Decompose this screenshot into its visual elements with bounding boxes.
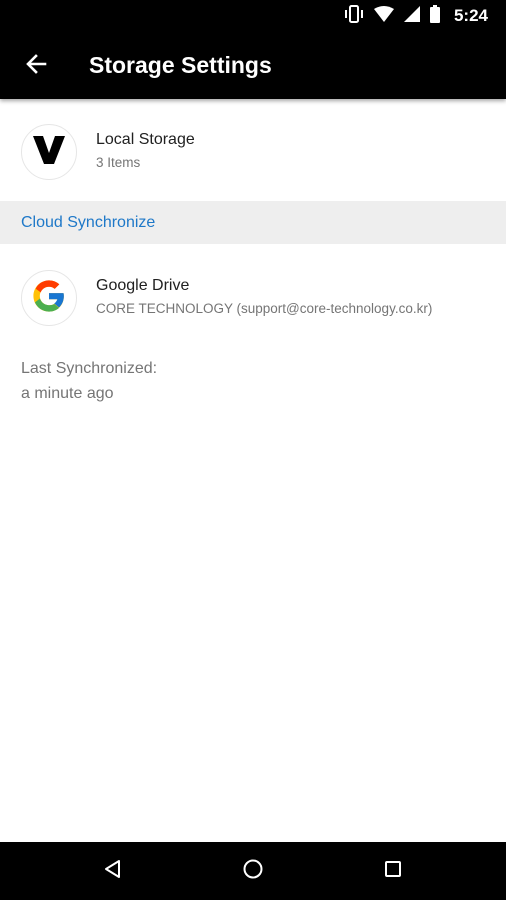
wifi-icon (373, 5, 394, 27)
cloud-synchronize-header: Cloud Synchronize (0, 201, 506, 244)
nav-recents-icon (383, 859, 403, 884)
app-bar: Storage Settings (0, 32, 506, 99)
local-storage-subtitle: 3 Items (96, 155, 141, 170)
google-drive-row[interactable]: Google Drive CORE TECHNOLOGY (support@co… (0, 244, 506, 350)
nav-home-icon (242, 858, 264, 885)
status-icons: 5:24 (344, 0, 488, 32)
vibrate-icon (344, 4, 364, 28)
local-storage-title: Local Storage (96, 131, 195, 148)
last-synchronized-label: Last Synchronized: (21, 360, 158, 377)
section-header-label: Cloud Synchronize (21, 214, 156, 231)
storage-settings-screen: 5:24 Storage Settings Local Storage 3 It… (0, 0, 506, 900)
local-storage-avatar (21, 124, 77, 180)
status-time: 5:24 (453, 6, 488, 25)
navigation-bar (0, 842, 506, 900)
v-logo-icon (33, 135, 65, 169)
battery-icon (429, 4, 440, 28)
arrow-back-icon (24, 52, 48, 81)
status-bar: 5:24 (0, 0, 506, 32)
google-drive-title: Google Drive (96, 277, 190, 294)
google-drive-avatar (21, 270, 77, 326)
back-button[interactable] (14, 44, 58, 88)
google-g-icon (32, 279, 66, 318)
page-title: Storage Settings (89, 52, 272, 78)
cell-signal-icon (403, 5, 420, 27)
nav-recents-button[interactable] (363, 842, 423, 900)
google-drive-account: CORE TECHNOLOGY (support@core-technology… (96, 301, 433, 316)
nav-home-button[interactable] (223, 842, 283, 900)
nav-back-button[interactable] (83, 842, 143, 900)
local-storage-row[interactable]: Local Storage 3 Items (0, 104, 506, 200)
nav-back-icon (103, 859, 123, 884)
last-synchronized-value: a minute ago (21, 385, 114, 402)
